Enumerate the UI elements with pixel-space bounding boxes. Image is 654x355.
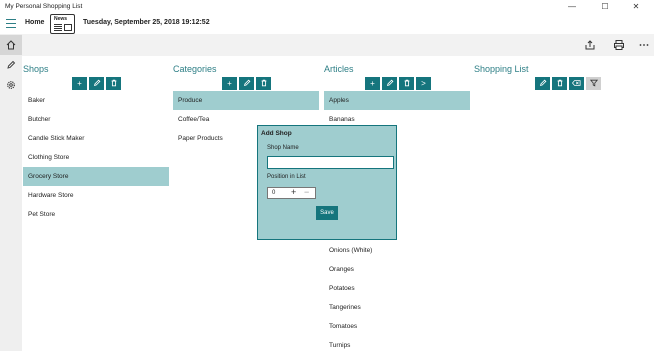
maximize-button[interactable]: ☐	[599, 1, 611, 13]
title-bar: My Personal Shopping List — ☐ ✕	[0, 0, 654, 14]
trash-icon	[404, 79, 409, 87]
categories-actions: +	[222, 77, 271, 90]
nav-settings-button[interactable]	[0, 75, 22, 95]
shop-item[interactable]: Baker	[23, 91, 169, 110]
print-icon[interactable]	[613, 39, 625, 51]
nav-home-button[interactable]	[0, 35, 22, 55]
add-shop-dialog: Add Shop Shop Name Position in List 0 + …	[257, 125, 397, 240]
add-category-button[interactable]: +	[222, 77, 237, 90]
pencil-icon	[93, 79, 100, 87]
plus-icon: +	[77, 79, 82, 88]
shopping-list-heading: Shopping List	[474, 64, 529, 74]
edit-shop-button[interactable]	[89, 77, 104, 90]
articles-list-continued: Onions (White) Oranges Potatoes Tangerin…	[324, 241, 470, 355]
move-to-list-button[interactable]: >	[416, 77, 431, 90]
position-stepper[interactable]: 0 + −	[267, 187, 316, 199]
shops-heading: Shops	[23, 64, 49, 74]
edit-list-item-button[interactable]	[535, 77, 550, 90]
shop-name-label: Shop Name	[267, 145, 299, 151]
position-value: 0	[272, 190, 276, 196]
shopping-list-actions	[535, 77, 601, 90]
article-item-selected[interactable]: Apples	[324, 91, 470, 110]
share-icon[interactable]	[584, 39, 596, 51]
article-item[interactable]: Potatoes	[324, 279, 470, 298]
article-item[interactable]: Tomatoes	[324, 317, 470, 336]
shop-item[interactable]: Pet Store	[23, 205, 169, 224]
categories-heading: Categories	[173, 64, 217, 74]
pencil-icon	[7, 60, 16, 69]
articles-list: Apples Bananas	[324, 91, 470, 129]
nav-rail	[0, 34, 22, 351]
article-item[interactable]: Tangerines	[324, 298, 470, 317]
shop-item-selected[interactable]: Grocery Store	[23, 167, 169, 186]
minimize-button[interactable]: —	[566, 1, 578, 13]
save-button[interactable]: Save	[316, 206, 338, 220]
delete-article-button[interactable]	[399, 77, 414, 90]
add-article-button[interactable]: +	[365, 77, 380, 90]
edit-article-button[interactable]	[382, 77, 397, 90]
articles-heading: Articles	[324, 64, 354, 74]
home-label: Home	[25, 19, 45, 26]
app-header: Home News Tuesday, September 25, 2018 19…	[0, 14, 654, 34]
trash-icon	[557, 79, 562, 87]
articles-actions: + >	[365, 77, 431, 90]
nav-edit-button[interactable]	[0, 55, 22, 75]
shop-item[interactable]: Clothing Store	[23, 148, 169, 167]
shop-item[interactable]: Butcher	[23, 110, 169, 129]
datetime-label: Tuesday, September 25, 2018 19:12:52	[83, 19, 210, 26]
category-item-selected[interactable]: Produce	[173, 91, 319, 110]
pencil-icon	[243, 79, 250, 87]
hamburger-menu-icon[interactable]	[0, 14, 22, 34]
trash-icon	[261, 79, 266, 87]
position-label: Position in List	[267, 174, 306, 180]
shop-name-input[interactable]	[267, 156, 394, 169]
gear-icon	[7, 81, 15, 89]
home-icon	[6, 40, 16, 50]
plus-icon: +	[227, 79, 232, 88]
close-button[interactable]: ✕	[630, 1, 642, 13]
shop-item[interactable]: Candle Stick Maker	[23, 129, 169, 148]
filter-button[interactable]	[586, 77, 601, 90]
edit-category-button[interactable]	[239, 77, 254, 90]
plus-icon: +	[370, 79, 375, 88]
trash-icon	[111, 79, 116, 87]
shops-list: Baker Butcher Candle Stick Maker Clothin…	[23, 91, 169, 224]
add-shop-button[interactable]: +	[72, 77, 87, 90]
more-options-icon[interactable]	[638, 39, 650, 51]
shops-actions: +	[72, 77, 121, 90]
delete-shop-button[interactable]	[106, 77, 121, 90]
decrement-icon[interactable]: −	[304, 187, 309, 197]
delete-category-button[interactable]	[256, 77, 271, 90]
shop-item[interactable]: Hardware Store	[23, 186, 169, 205]
article-item[interactable]: Onions (White)	[324, 241, 470, 260]
delete-list-item-button[interactable]	[552, 77, 567, 90]
pencil-icon	[539, 79, 546, 87]
increment-icon[interactable]: +	[291, 187, 296, 197]
window-title: My Personal Shopping List	[5, 3, 83, 10]
article-item[interactable]: Oranges	[324, 260, 470, 279]
clear-list-button[interactable]	[569, 77, 584, 90]
chevron-right-icon: >	[421, 79, 426, 88]
eraser-icon	[571, 80, 581, 86]
pencil-icon	[386, 79, 393, 87]
filter-icon	[589, 79, 598, 87]
article-item[interactable]: Turnips	[324, 336, 470, 355]
dialog-title: Add Shop	[261, 130, 292, 137]
newspaper-logo-icon: News	[50, 14, 75, 34]
command-bar	[22, 34, 654, 56]
